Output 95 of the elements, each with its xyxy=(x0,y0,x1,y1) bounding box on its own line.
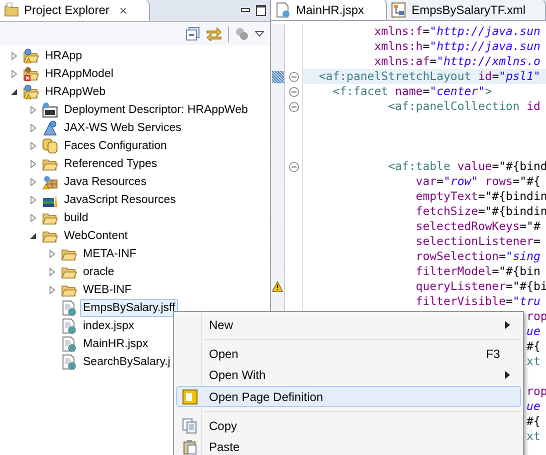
expand-arrow-icon[interactable] xyxy=(28,142,36,150)
tree-item[interactable]: MainHR.jspx xyxy=(80,335,152,353)
web-page-file-icon xyxy=(275,2,291,18)
tree-item[interactable]: SearchBySalary.j xyxy=(80,353,174,371)
descriptor-icon xyxy=(42,102,58,118)
tree-item[interactable]: HRAppWeb xyxy=(42,83,109,101)
fold-icon[interactable] xyxy=(288,162,298,172)
project-folder-icon xyxy=(23,84,39,100)
code-line: #{ xyxy=(526,414,540,428)
expand-arrow-icon[interactable] xyxy=(28,178,36,186)
expand-arrow-icon[interactable] xyxy=(28,160,36,168)
folder-icon xyxy=(4,2,20,18)
faces-icon xyxy=(42,138,58,154)
code-line: <af:panelStretchLayout id="psl1" xyxy=(318,69,540,83)
project-folder-icon xyxy=(23,48,39,64)
tree-item[interactable]: Java Resources xyxy=(61,173,150,191)
menu-item[interactable]: Open F3 xyxy=(176,343,521,365)
code-line: rowSelection="sing xyxy=(416,249,540,263)
page-definition-icon xyxy=(182,388,198,405)
expand-arrow-icon[interactable] xyxy=(28,106,36,114)
code-line: xmlns:af="http://xmlns.o xyxy=(374,54,540,68)
collapse-arrow-icon[interactable] xyxy=(10,88,18,96)
expand-arrow-icon[interactable] xyxy=(10,52,18,60)
submenu-arrow-icon xyxy=(505,371,510,380)
link-arrows-icon[interactable] xyxy=(206,26,222,40)
tree-item[interactable]: oracle xyxy=(80,263,118,281)
tree-item[interactable]: HRAppModel xyxy=(42,65,116,83)
editor-tab[interactable]: MainHR.jspx xyxy=(271,0,387,20)
minimize-icon[interactable] xyxy=(241,8,250,13)
code-line: xt xyxy=(526,429,540,443)
tree-item[interactable]: WEB-INF xyxy=(80,281,135,299)
code-line: var="row" rows="#{ xyxy=(416,174,540,188)
web-page-file-icon xyxy=(61,354,77,370)
submenu-arrow-icon xyxy=(505,320,510,329)
tree-item[interactable]: build xyxy=(61,209,92,227)
tree-item[interactable]: Faces Configuration xyxy=(61,137,170,155)
expand-arrow-icon[interactable] xyxy=(48,286,56,294)
close-button[interactable]: × xyxy=(119,4,127,16)
web-page-file-icon xyxy=(61,300,77,316)
fold-icon[interactable] xyxy=(288,86,298,96)
code-line: xmlns:f="http://java.sun xyxy=(374,24,540,38)
code-line: #{ xyxy=(526,339,540,353)
fold-icon[interactable] xyxy=(288,102,298,112)
collapse-arrow-icon[interactable] xyxy=(28,232,36,240)
code-line: fetchSize="#{bindin xyxy=(416,204,546,218)
code-line: filterModel="#{bin xyxy=(416,264,540,278)
tree-item[interactable]: JAX-WS Web Services xyxy=(61,119,184,137)
code-line: selectedRowKeys="# xyxy=(416,219,540,233)
tab-label: EmpsBySalaryTF.xml xyxy=(412,2,526,18)
web-page-file-icon xyxy=(61,318,77,334)
expand-arrow-icon[interactable] xyxy=(28,196,36,204)
tree-item[interactable]: EmpsBySalary.jsff xyxy=(80,299,178,317)
web-service-icon xyxy=(42,120,58,136)
expand-arrow-icon[interactable] xyxy=(10,70,18,78)
editor-tab[interactable]: EmpsBySalaryTF.xml xyxy=(386,0,546,20)
view-tab[interactable]: Project Explorer × xyxy=(0,0,150,21)
code-line: emptyText="#{bindin xyxy=(416,189,546,203)
tree-item[interactable]: Deployment Descriptor: HRAppWeb xyxy=(61,101,251,119)
menu-item[interactable]: Open With xyxy=(176,364,521,386)
project-folder-icon xyxy=(23,66,39,82)
collapse-all-icon[interactable] xyxy=(186,26,200,40)
code-line: selectionListener= xyxy=(416,234,540,248)
tree-item[interactable]: META-INF xyxy=(80,245,140,263)
tree-item[interactable]: index.jspx xyxy=(80,317,138,335)
fold-icon[interactable] xyxy=(288,72,298,82)
code-line: xt xyxy=(526,354,540,368)
tree-item[interactable]: JavaScript Resources xyxy=(61,191,179,209)
shortcut-label: F3 xyxy=(486,346,500,363)
tree-item[interactable]: WebContent xyxy=(61,227,131,245)
code-line: xmlns:h="http://java.sun xyxy=(374,39,540,53)
menu-item[interactable]: Copy xyxy=(176,415,521,437)
java-resources-icon xyxy=(42,174,58,190)
code-line: <af:panelCollection id xyxy=(388,99,540,113)
expand-arrow-icon[interactable] xyxy=(28,214,36,222)
code-line: <af:table value="#{bind xyxy=(388,159,546,173)
menu-item[interactable]: Open Page Definition xyxy=(176,386,521,408)
menu-item[interactable]: Paste xyxy=(176,436,521,455)
expand-arrow-icon[interactable] xyxy=(48,268,56,276)
copy-icon xyxy=(182,418,198,434)
maximize-icon[interactable] xyxy=(256,5,266,16)
code-line: ue xyxy=(526,324,540,338)
code-line: <f:facet name="center"> xyxy=(332,84,492,98)
view-title: Project Explorer xyxy=(24,2,110,19)
code-line: filterVisible="tru xyxy=(416,294,540,308)
filter-icon[interactable] xyxy=(235,26,249,40)
menu-item[interactable]: New xyxy=(176,314,521,336)
tree-item[interactable]: HRApp xyxy=(42,47,86,65)
web-page-file-icon xyxy=(61,336,77,352)
expand-arrow-icon[interactable] xyxy=(48,250,56,258)
expand-arrow-icon[interactable] xyxy=(28,124,36,132)
code-line: ue xyxy=(526,399,540,413)
tree-item[interactable]: Referenced Types xyxy=(61,155,160,173)
tab-label: MainHR.jspx xyxy=(296,2,364,18)
view-menu-icon[interactable] xyxy=(255,30,264,36)
flow-diagram-icon xyxy=(390,2,407,18)
